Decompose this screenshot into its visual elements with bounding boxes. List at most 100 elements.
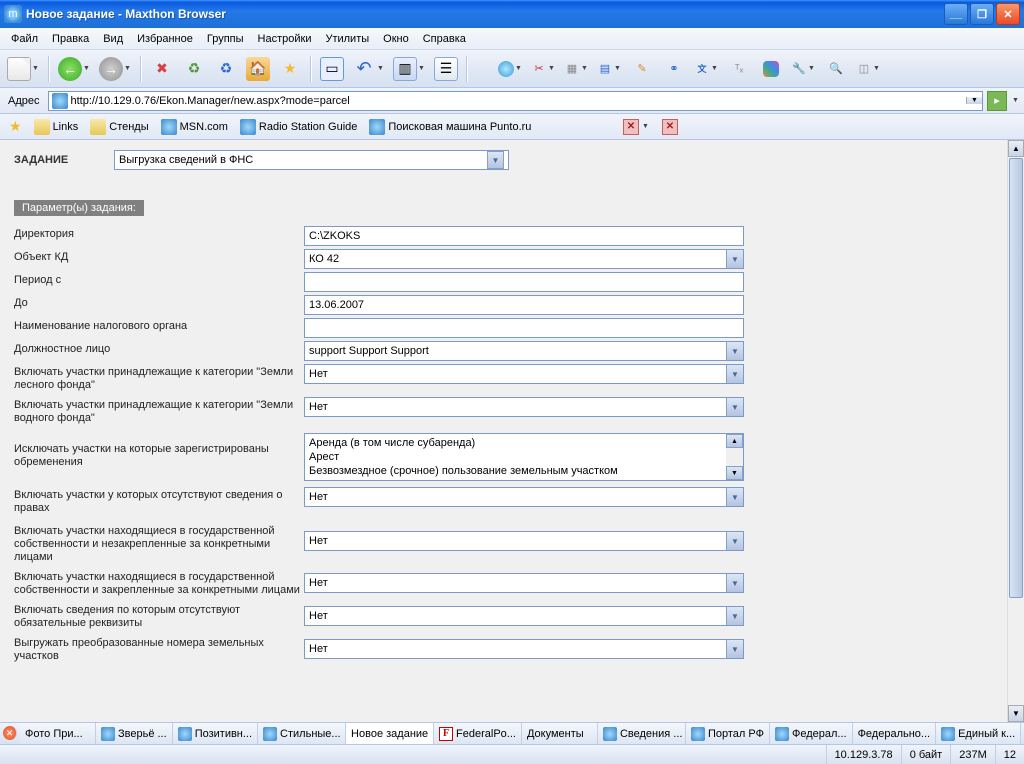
tab-1[interactable]: Зверьё ... [96, 723, 173, 744]
select-export-converted[interactable]: Нет▼ [304, 639, 744, 659]
wrench-icon: 🔧 [791, 61, 807, 77]
text-button[interactable]: ᵀₓ [724, 54, 754, 84]
tab-11[interactable]: Единый к... [936, 723, 1021, 744]
select-official[interactable]: support Support Support▼ [304, 341, 744, 361]
new-tab-button[interactable]: ▼ [4, 54, 43, 84]
tab-2[interactable]: Позитивн... [173, 723, 258, 744]
select-state-assigned[interactable]: Нет▼ [304, 573, 744, 593]
go-button[interactable]: ▸ [987, 91, 1007, 111]
address-input[interactable] [71, 92, 967, 110]
grid-button[interactable]: ▦▼ [561, 54, 592, 84]
list-button[interactable]: ☰ [431, 54, 461, 84]
columns-button[interactable]: ▥▼ [390, 54, 429, 84]
favorites-button[interactable]: ★ [275, 54, 305, 84]
tab-6[interactable]: Документы [522, 723, 598, 744]
adblock-x-button[interactable]: ✕ [623, 119, 639, 135]
palette-button[interactable] [756, 54, 786, 84]
bookmark-radio[interactable]: Radio Station Guide [235, 117, 362, 137]
label-period-from: Период с [14, 272, 304, 292]
popup-x-button[interactable]: ✕ [662, 119, 678, 135]
input-period-from[interactable] [304, 272, 744, 292]
stop-icon: ✖ [150, 57, 174, 81]
multi-item[interactable]: Арест [309, 450, 722, 464]
select-no-rights[interactable]: Нет▼ [304, 487, 744, 507]
address-dropdown[interactable]: ▼ [966, 97, 982, 104]
home-button[interactable]: 🏠 [243, 54, 273, 84]
scroll-thumb[interactable] [1009, 158, 1023, 598]
tab-9[interactable]: Федерал... [770, 723, 853, 744]
task-select[interactable]: Выгрузка сведений в ФНС ▼ [114, 150, 509, 170]
scroll-up-button[interactable]: ▲ [1008, 140, 1024, 157]
tab-0[interactable]: Фото При... [20, 723, 96, 744]
refresh-button[interactable]: ♻ [179, 54, 209, 84]
menu-file[interactable]: Файл [4, 33, 45, 45]
tab-10[interactable]: Федерально... [853, 723, 937, 744]
app-icon: m [4, 5, 22, 23]
go-dropdown[interactable]: ▼ [1011, 97, 1020, 104]
chevron-down-icon: ▼ [726, 640, 743, 658]
tab-4-active[interactable]: Новое задание [346, 723, 434, 744]
bookmark-stands[interactable]: Стенды [85, 117, 153, 137]
menu-view[interactable]: Вид [96, 33, 130, 45]
tab-5[interactable]: FFederalPo... [434, 723, 522, 744]
select-missing-required[interactable]: Нет▼ [304, 606, 744, 626]
menu-window[interactable]: Окно [376, 33, 416, 45]
cut-button[interactable]: ✂▼ [528, 54, 559, 84]
back-button[interactable]: ←▼ [55, 54, 94, 84]
tools-button[interactable]: 🔧▼ [788, 54, 819, 84]
internet-button[interactable]: ▼ [495, 54, 526, 84]
inspect-button[interactable]: 🔍 [821, 54, 851, 84]
split-button[interactable]: ◫▼ [853, 54, 884, 84]
tab-8[interactable]: Портал РФ [686, 723, 770, 744]
menu-utilities[interactable]: Утилиты [318, 33, 376, 45]
stop-button[interactable]: ✖ [147, 54, 177, 84]
multiselect-scrollbar[interactable]: ▲ ▼ [726, 434, 743, 480]
link-button[interactable]: ⚭ [659, 54, 689, 84]
menu-favorites[interactable]: Избранное [130, 33, 200, 45]
bookmarks-star[interactable]: ★ [4, 116, 27, 137]
tile-button[interactable]: ▤▼ [594, 54, 625, 84]
minimize-button[interactable]: __ [944, 3, 968, 25]
input-directory[interactable] [304, 226, 744, 246]
menu-help[interactable]: Справка [416, 33, 473, 45]
input-tax-authority[interactable] [304, 318, 744, 338]
bookmark-punto[interactable]: Поисковая машина Punto.ru [364, 117, 536, 137]
close-all-tabs-button[interactable]: ✕ [3, 726, 17, 740]
menu-edit[interactable]: Правка [45, 33, 96, 45]
close-button[interactable]: ✕ [996, 3, 1020, 25]
menubar: Файл Правка Вид Избранное Группы Настрой… [0, 28, 1024, 50]
scroll-up-icon[interactable]: ▲ [726, 434, 743, 448]
select-forest-land[interactable]: Нет▼ [304, 364, 744, 384]
tab-7[interactable]: Сведения ... [598, 723, 686, 744]
bookmark-msn[interactable]: MSN.com [156, 117, 233, 137]
input-period-to[interactable] [304, 295, 744, 315]
content-scrollbar[interactable]: ▲ ▼ [1007, 140, 1024, 722]
bookmark-links[interactable]: Links [29, 117, 84, 137]
multi-item[interactable]: Аренда (в том числе субаренда) [309, 436, 722, 450]
ie-icon [369, 119, 385, 135]
grid-icon: ▦ [564, 61, 580, 77]
label-export-converted: Выгружать преобразованные номера земельн… [14, 635, 304, 665]
tab-3[interactable]: Стильные... [258, 723, 346, 744]
maximize-button[interactable]: ❐ [970, 3, 994, 25]
select-state-unassigned[interactable]: Нет▼ [304, 531, 744, 551]
refresh-all-icon: ♻ [214, 57, 238, 81]
multi-item[interactable]: Безвозмездное (срочное) пользование земе… [309, 464, 722, 478]
scroll-down-button[interactable]: ▼ [1008, 705, 1024, 722]
cascade-button[interactable]: ▭ [317, 54, 347, 84]
menu-groups[interactable]: Группы [200, 33, 251, 45]
menu-settings[interactable]: Настройки [251, 33, 319, 45]
address-label: Адрес [4, 95, 44, 107]
multiselect-encumbrance[interactable]: Аренда (в том числе субаренда) Арест Без… [304, 433, 744, 481]
f-icon: F [439, 727, 453, 741]
translate-button[interactable]: 文▼ [691, 54, 722, 84]
undo-button[interactable]: ↶▼ [349, 54, 388, 84]
refresh-all-button[interactable]: ♻ [211, 54, 241, 84]
select-water-land[interactable]: Нет▼ [304, 397, 744, 417]
select-object-kd[interactable]: КО 42▼ [304, 249, 744, 269]
pencil-button[interactable]: ✎ [627, 54, 657, 84]
scroll-down-icon[interactable]: ▼ [726, 466, 743, 480]
forward-button[interactable]: →▼ [96, 54, 135, 84]
status-ip: 10.129.3.78 [826, 745, 901, 764]
ie-icon [101, 727, 115, 741]
